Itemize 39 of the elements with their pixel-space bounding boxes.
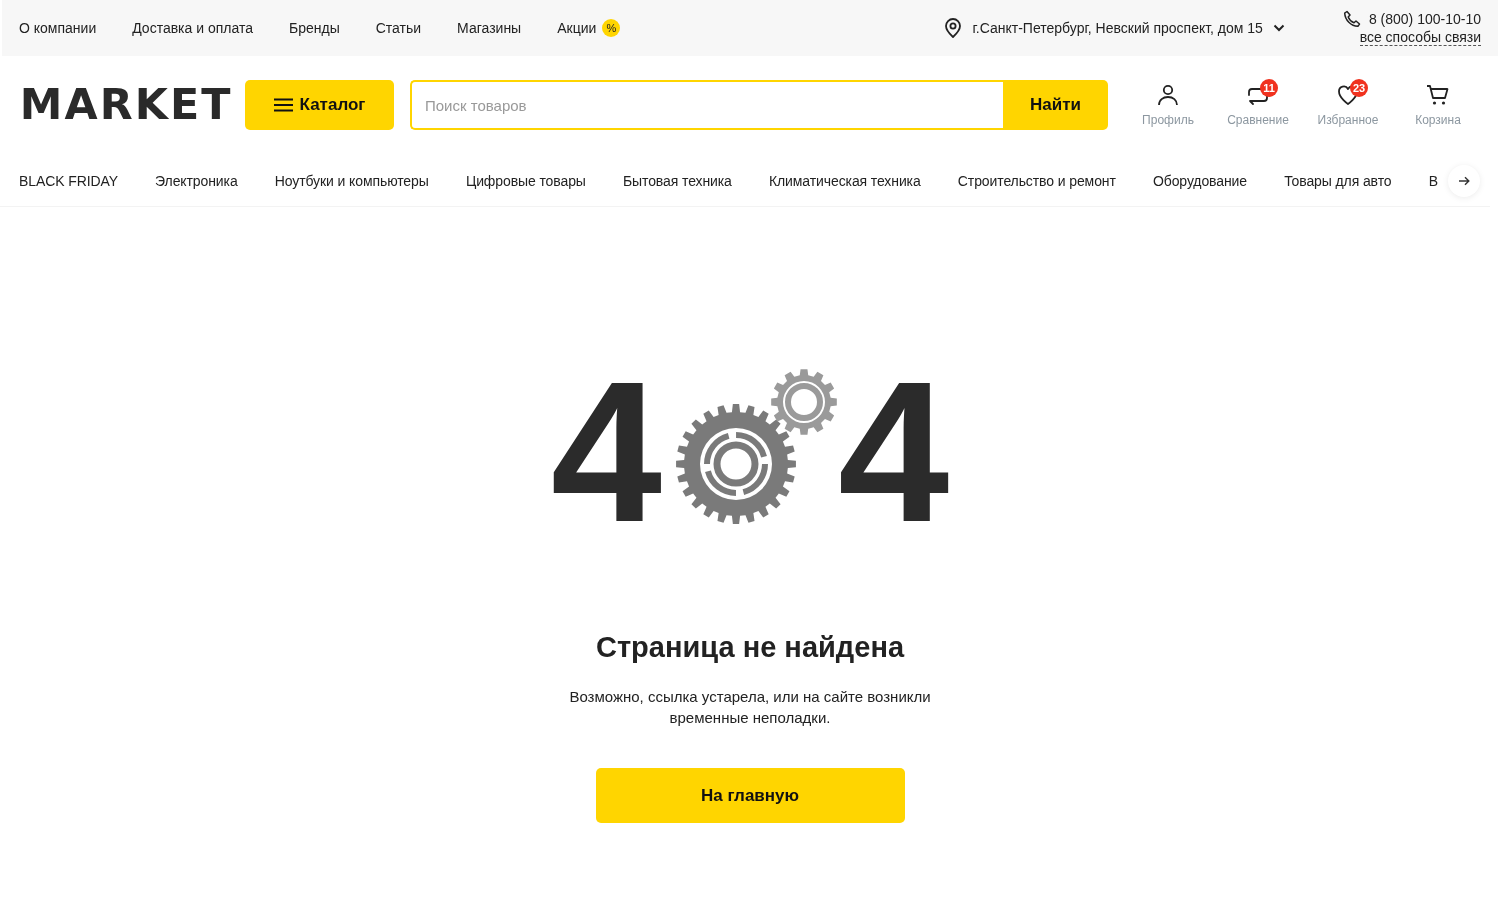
- page-title: Страница не найдена: [595, 631, 905, 664]
- top-nav-link[interactable]: Статьи: [375, 20, 422, 36]
- count-badge: 23: [1350, 79, 1368, 97]
- category-link[interactable]: Товары для авто: [1284, 172, 1392, 189]
- phone-icon: [1342, 10, 1361, 28]
- error-message: Возможно, ссылка устарела, или на сайте возникли временные неполадки.: [568, 687, 932, 728]
- logo[interactable]: MARKET: [19, 84, 248, 126]
- chevron-down-icon: [1272, 24, 1285, 32]
- category-link[interactable]: Электроника: [155, 172, 238, 189]
- category-link[interactable]: Оборудование: [1152, 172, 1247, 189]
- category-link[interactable]: Ноутбуки и компьютеры: [274, 172, 429, 189]
- search-button[interactable]: Найти: [1003, 80, 1108, 130]
- person-icon: [1156, 83, 1180, 107]
- search-field[interactable]: Поиск товаров: [410, 80, 1003, 130]
- location-pin-icon: [944, 18, 963, 38]
- catalog-button[interactable]: Каталог: [245, 80, 394, 130]
- top-nav-link[interactable]: Доставка и оплата: [132, 20, 253, 36]
- error-digit: 4: [838, 377, 950, 527]
- top-nav-link[interactable]: О компании: [19, 20, 97, 36]
- cart-icon: [1426, 83, 1450, 107]
- error-digit: 4: [550, 377, 662, 527]
- contacts-link[interactable]: все способы связи: [1359, 29, 1481, 46]
- category-link[interactable]: В: [1428, 172, 1438, 189]
- top-nav-link[interactable]: Бренды: [289, 20, 340, 36]
- arrow-right-icon: [1458, 176, 1470, 186]
- top-nav-link[interactable]: Акции %: [557, 19, 621, 37]
- category-link[interactable]: Цифровые товары: [465, 172, 586, 189]
- menu-icon: [273, 98, 293, 112]
- home-button[interactable]: На главную: [595, 768, 905, 823]
- phone-number[interactable]: 8 (800) 100-10-10: [1368, 11, 1481, 27]
- scroll-right-button[interactable]: [1448, 165, 1480, 197]
- count-badge: 11: [1260, 79, 1278, 97]
- address-selector[interactable]: г.Санкт-Петербург, Невский проспект, дом 15: [972, 20, 1263, 36]
- top-nav-link[interactable]: Магазины: [457, 20, 522, 36]
- category-link[interactable]: Бытовая техника: [622, 172, 732, 189]
- category-link[interactable]: BLACK FRIDAY: [19, 172, 118, 189]
- category-link[interactable]: Строительство и ремонт: [957, 172, 1116, 189]
- percent-badge: %: [602, 19, 621, 37]
- category-link[interactable]: Климатическая техника: [769, 172, 921, 189]
